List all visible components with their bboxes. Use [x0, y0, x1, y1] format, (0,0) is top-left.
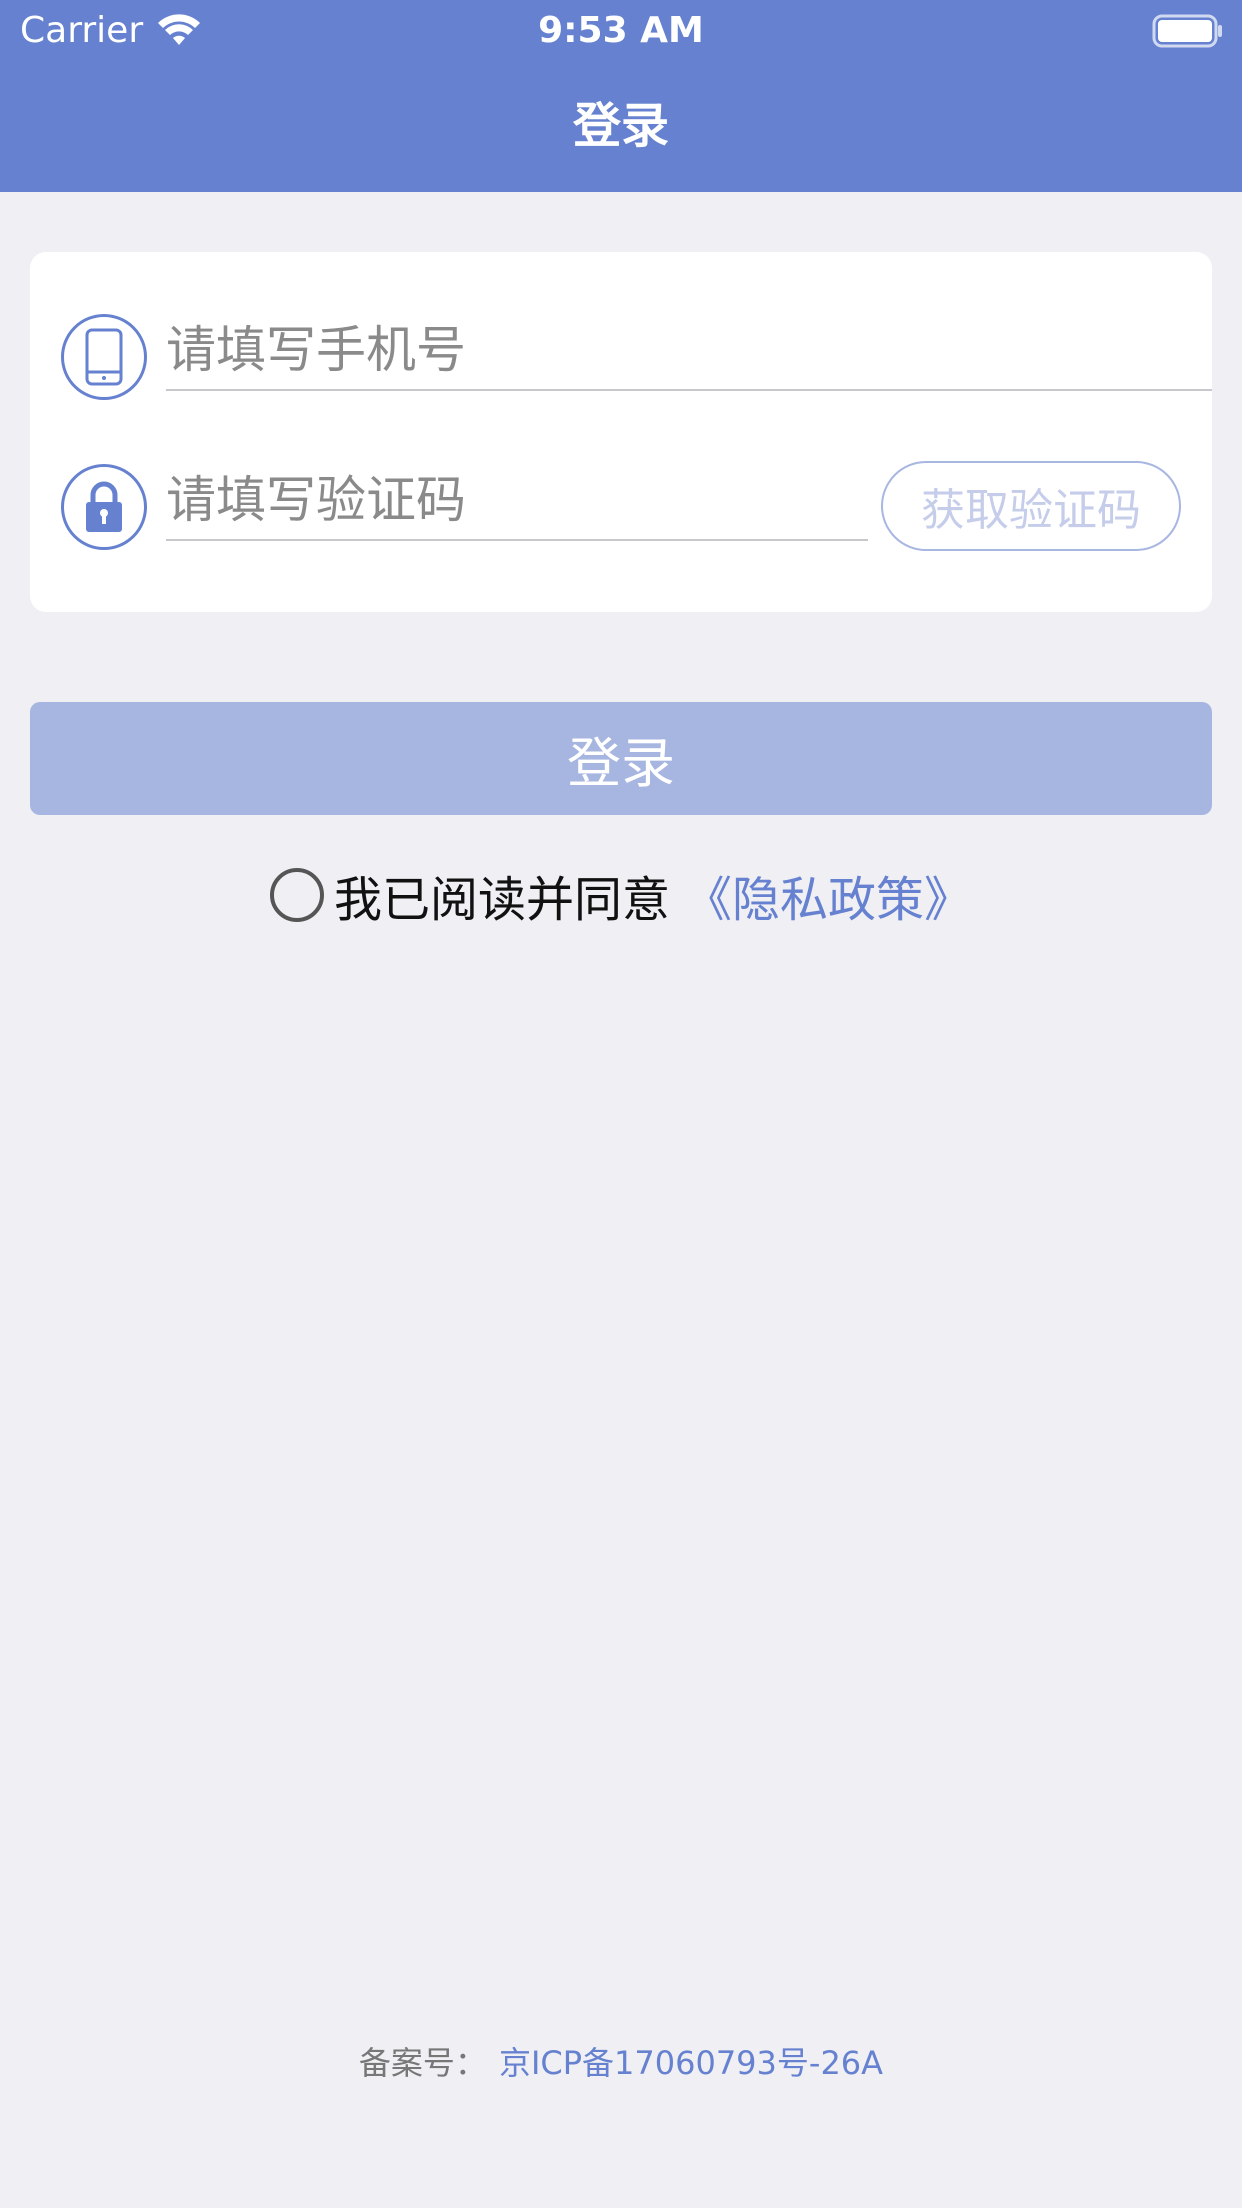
tablet-phone-icon [61, 314, 147, 400]
verification-code-input[interactable] [166, 463, 868, 537]
agree-text: 我已阅读并同意 [333, 872, 670, 928]
agree-checkbox[interactable] [269, 868, 324, 922]
get-verification-code-button[interactable]: 获取验证码 [881, 461, 1181, 551]
verification-code-field[interactable] [166, 463, 868, 541]
header: Carrier 9:53 AM 登录 [0, 0, 1242, 192]
privacy-agreement: 我已阅读并同意 《隐私政策》 [0, 862, 1242, 928]
record-label: 备案号： [358, 2044, 487, 2082]
phone-input[interactable] [166, 313, 1212, 387]
phone-field[interactable] [166, 313, 1212, 391]
login-form-card: 获取验证码 [30, 252, 1212, 612]
lock-icon [61, 464, 147, 550]
login-button[interactable]: 登录 [30, 702, 1212, 815]
status-bar: Carrier 9:53 AM [0, 0, 1242, 62]
privacy-policy-link[interactable]: 《隐私政策》 [684, 860, 972, 930]
battery-icon [1152, 14, 1222, 48]
footer: 备案号： 京ICP备17060793号-26A [0, 2036, 1242, 2086]
status-time: 9:53 AM [538, 10, 704, 51]
page-title: 登录 [572, 98, 669, 154]
record-number-link[interactable]: 京ICP备17060793号-26A [499, 2038, 883, 2084]
